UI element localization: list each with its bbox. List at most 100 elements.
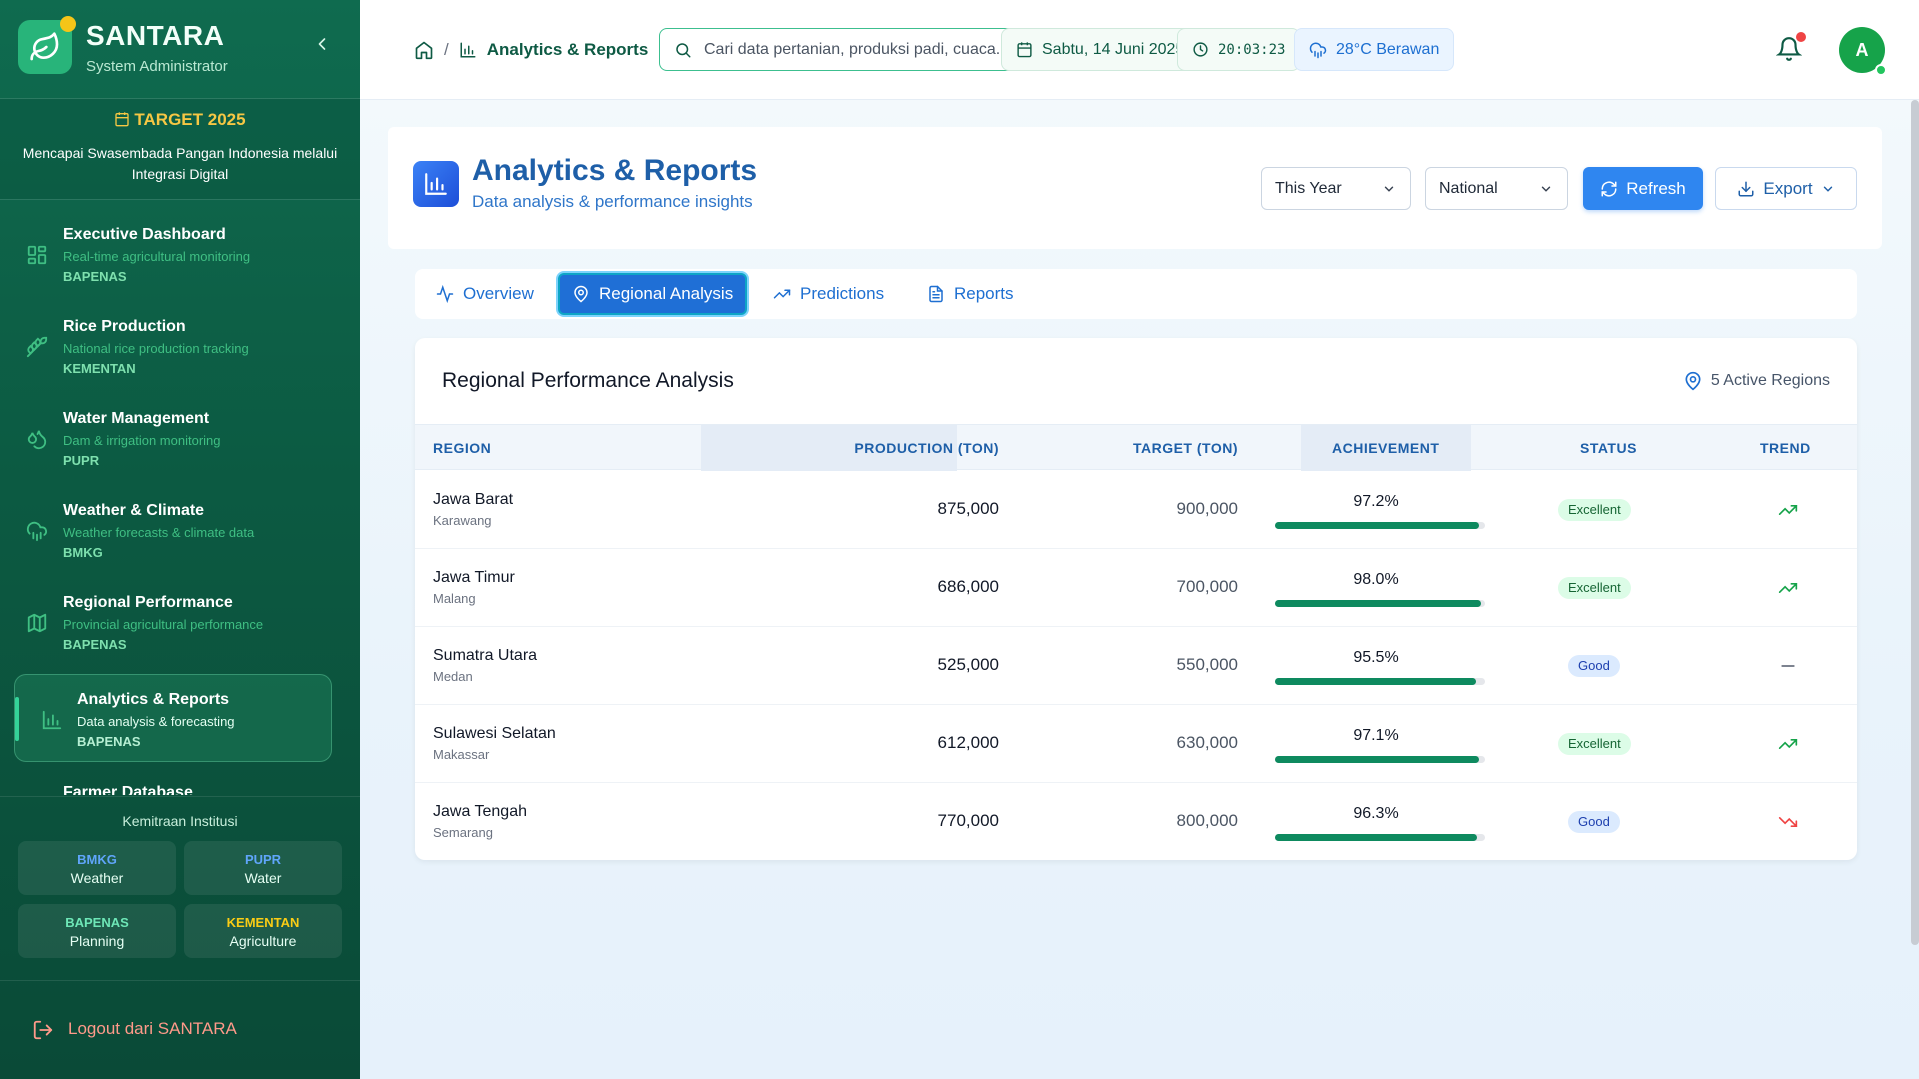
target-title-text: TARGET 2025 [134,110,246,129]
wheat-icon [26,336,48,358]
brand-name: SANTARA [86,20,225,51]
collapse-sidebar-button[interactable] [312,34,332,54]
achievement-progress-fill [1275,522,1480,529]
tab-reports[interactable]: Reports [915,273,1026,315]
partner-card-kementan[interactable]: KEMENTAN Agriculture [184,904,342,958]
active-regions-label: 5 Active Regions [1710,372,1830,389]
partner-desc: Agriculture [229,933,297,949]
tab-overview[interactable]: Overview [424,273,546,315]
scope-select-value: National [1439,180,1498,197]
achievement-value: 97.2% [1353,493,1399,510]
sidebar-item-rice-production[interactable]: Rice Production National rice production… [14,302,332,390]
partner-card-pupr[interactable]: PUPR Water [184,841,342,895]
table-row[interactable]: Jawa Timur Malang 686,000 700,000 98.0% Excel… [415,549,1857,627]
chevron-down-icon [1823,186,1832,192]
trend-down-icon [1778,812,1798,832]
sidebar-item-title: Water Management [63,410,210,427]
target-panel: TARGET 2025 Mencapai Swasembada Pangan I… [0,99,360,199]
table-row[interactable]: Jawa Barat Karawang 875,000 900,000 97.2% Exc… [415,471,1857,549]
user-role: System Administrator [86,58,228,75]
achievement-progress [1275,834,1485,841]
production-value: 875,000 [937,499,999,518]
date-chip: Sabtu, 14 Juni 2025 [1001,28,1200,71]
achievement-value: 98.0% [1353,571,1399,588]
refresh-button[interactable]: Refresh [1583,167,1703,210]
sidebar-item-subtitle: Dam & irrigation monitoring [63,433,221,448]
sidebar-item-org: PUPR [63,453,100,468]
logout-label: Logout dari SANTARA [68,1019,237,1038]
bar-chart-icon [42,710,62,730]
status-badge: Good [1568,655,1620,677]
active-regions-count: 5 Active Regions [1683,371,1830,391]
bar-chart-icon [460,42,476,58]
status-badge: Excellent [1558,733,1631,755]
achievement-progress [1275,522,1485,529]
partners-title: Kemitraan Institusi [122,813,238,829]
sidebar-item-title: Regional Performance [63,594,233,611]
refresh-icon [1601,181,1617,196]
export-button[interactable]: Export [1715,167,1857,210]
target-value: 800,000 [1176,811,1238,830]
partner-card-bmkg[interactable]: BMKG Weather [18,841,176,895]
trending-up-icon [773,289,791,299]
tab-label: Reports [954,284,1014,303]
achievement-value: 95.5% [1353,649,1399,666]
achievement-progress [1275,600,1485,607]
logo-badge-dot [60,16,76,32]
tab-regional-analysis[interactable]: Regional Analysis [558,273,748,315]
trend-up-icon [1778,578,1798,598]
sidebar-item-farmer-database[interactable]: Farmer Database [14,768,332,795]
home-icon[interactable] [414,40,434,60]
table-row[interactable]: Sulawesi Selatan Makassar 612,000 630,000 97… [415,705,1857,783]
column-header-production[interactable]: PRODUCTION (TON) [854,425,999,471]
column-header-trend[interactable]: TREND [1760,425,1811,471]
sidebar-item-executive-dashboard[interactable]: Executive Dashboard Real-time agricultur… [14,210,332,298]
notification-dot [1796,32,1806,42]
partner-desc: Water [244,870,282,886]
logout-button[interactable]: Logout dari SANTARA [0,980,360,1079]
production-value: 612,000 [937,733,999,752]
sidebar-item-org: BAPENAS [63,269,127,284]
search-input[interactable] [704,39,1009,61]
tab-label: Predictions [800,284,885,303]
sidebar-item-analytics-reports[interactable]: Analytics & Reports Data analysis & fore… [14,674,332,762]
achievement-progress-fill [1275,834,1478,841]
partner-card-bapenas[interactable]: BAPENAS Planning [18,904,176,958]
page-subtitle: Data analysis & performance insights [472,192,753,211]
region-name: Jawa Timur [433,569,515,586]
partner-desc: Planning [69,933,125,949]
scrollbar[interactable] [1911,100,1919,945]
column-header-target[interactable]: TARGET (TON) [1133,425,1238,471]
column-header-achievement[interactable]: ACHIEVEMENT [1332,425,1439,471]
tab-predictions[interactable]: Predictions [761,273,896,315]
droplets-icon [27,430,47,450]
partner-name: KEMENTAN [226,915,300,930]
leaf-logo-icon [18,16,76,74]
sidebar-item-subtitle: Provincial agricultural performance [63,617,264,632]
calendar-icon [1017,42,1032,58]
target-value: 550,000 [1176,655,1238,674]
search-box [659,28,1020,71]
activity-icon [436,285,454,303]
sidebar-item-weather-climate[interactable]: Weather & Climate Weather forecasts & cl… [14,486,332,574]
table-row[interactable]: Sumatra Utara Medan 525,000 550,000 95.5% Goo… [415,627,1857,705]
table-row[interactable]: Jawa Tengah Semarang 770,000 800,000 96.3% Go… [415,783,1857,860]
production-value: 686,000 [937,577,999,596]
bar-chart-icon [413,161,459,207]
achievement-value: 97.1% [1353,727,1399,744]
card-title: Regional Performance Analysis [442,369,734,392]
target-title: TARGET 2025 [0,110,360,130]
column-header-status[interactable]: STATUS [1580,425,1637,471]
trend-up-icon [1778,734,1798,754]
region-city: Medan [433,669,473,684]
chevron-down-icon [1541,186,1551,192]
period-select[interactable]: This Year [1261,167,1411,210]
region-city: Malang [433,591,476,606]
page-title: Analytics & Reports [472,154,758,187]
column-header-region[interactable]: REGION [433,425,491,471]
sidebar-item-water-management[interactable]: Water Management Dam & irrigation monito… [14,394,332,482]
current-time: 20:03:23 [1218,41,1286,58]
sidebar-item-regional-performance[interactable]: Regional Performance Provincial agricult… [14,578,332,666]
scope-select[interactable]: National [1425,167,1568,210]
status-badge: Excellent [1558,577,1631,599]
